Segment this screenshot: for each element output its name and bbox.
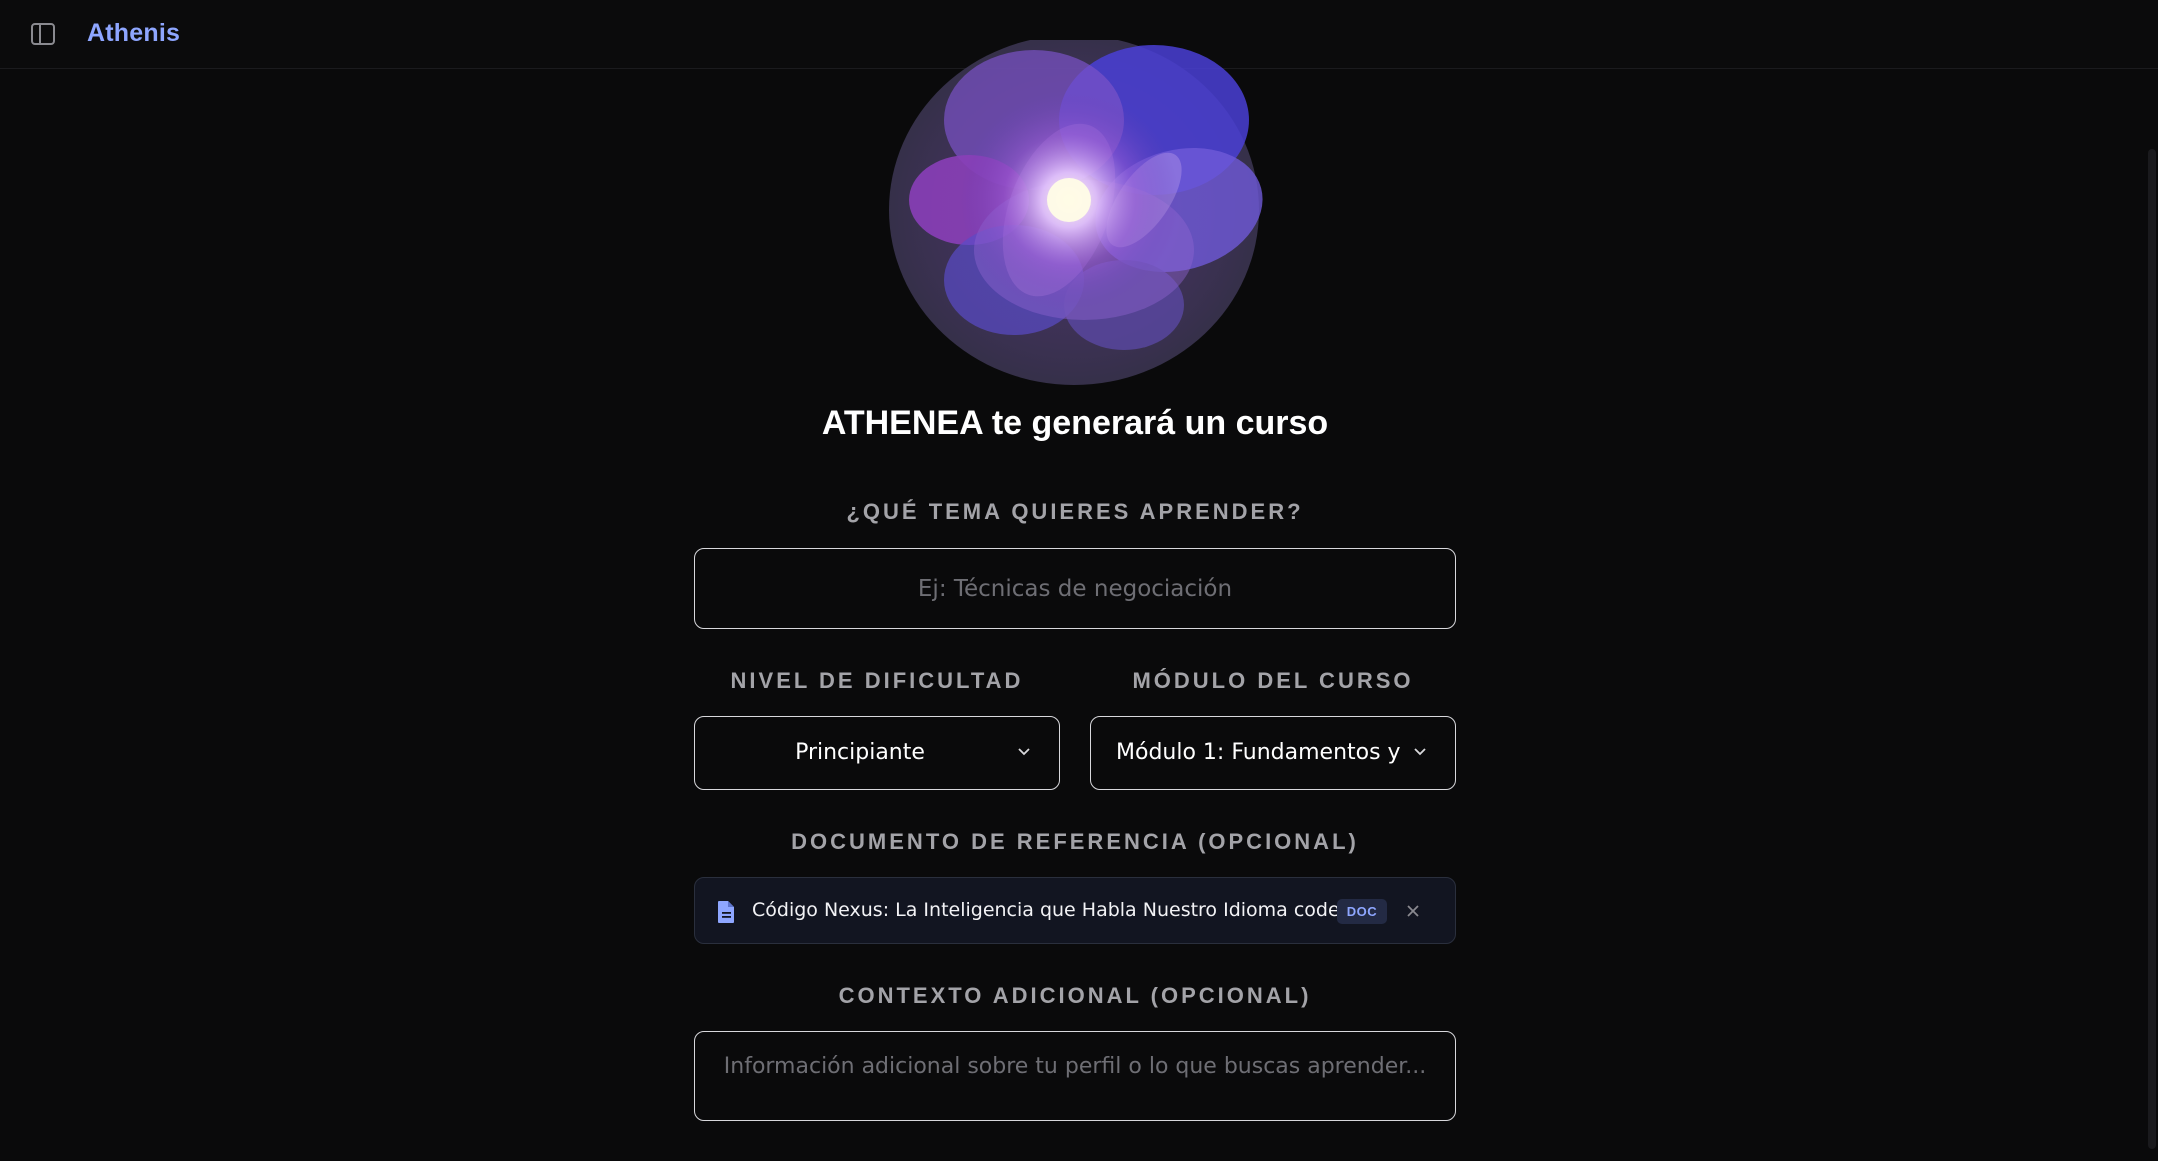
app-title[interactable]: Athenis	[87, 19, 180, 48]
module-label: MÓDULO DEL CURSO	[1132, 668, 1414, 693]
reference-doc-name: Código Nexus: La Inteligencia que Habla …	[752, 899, 1340, 921]
context-label: CONTEXTO ADICIONAL (OPCIONAL)	[838, 983, 1312, 1008]
scrollbar-thumb[interactable]	[2148, 149, 2156, 1149]
module-selected-value: Módulo 1: Fundamentos y C	[1116, 740, 1401, 765]
context-textarea[interactable]	[694, 1031, 1456, 1121]
difficulty-label: NIVEL DE DIFICULTAD	[730, 668, 1024, 693]
difficulty-select[interactable]: Principiante	[694, 716, 1060, 790]
module-select[interactable]: Módulo 1: Fundamentos y C	[1090, 716, 1456, 790]
sidebar-toggle-icon[interactable]	[30, 22, 56, 46]
page-heading: ATHENEA te generará un curso	[821, 404, 1329, 442]
topic-label: ¿QUÉ TEMA QUIERES APRENDER?	[846, 499, 1304, 524]
scrollbar[interactable]	[2146, 69, 2158, 1161]
chevron-down-icon	[1414, 748, 1426, 756]
topic-input[interactable]	[694, 548, 1456, 629]
doc-type-badge: DOC	[1337, 899, 1387, 924]
close-icon[interactable]	[1405, 903, 1421, 919]
reference-doc-chip: Código Nexus: La Inteligencia que Habla …	[694, 877, 1456, 944]
difficulty-selected-value: Principiante	[795, 740, 925, 765]
chevron-down-icon	[1018, 748, 1030, 756]
reference-doc-label: DOCUMENTO DE REFERENCIA (OPCIONAL)	[791, 829, 1359, 854]
document-icon	[718, 901, 734, 923]
athenea-orb-illustration	[884, 35, 1264, 385]
